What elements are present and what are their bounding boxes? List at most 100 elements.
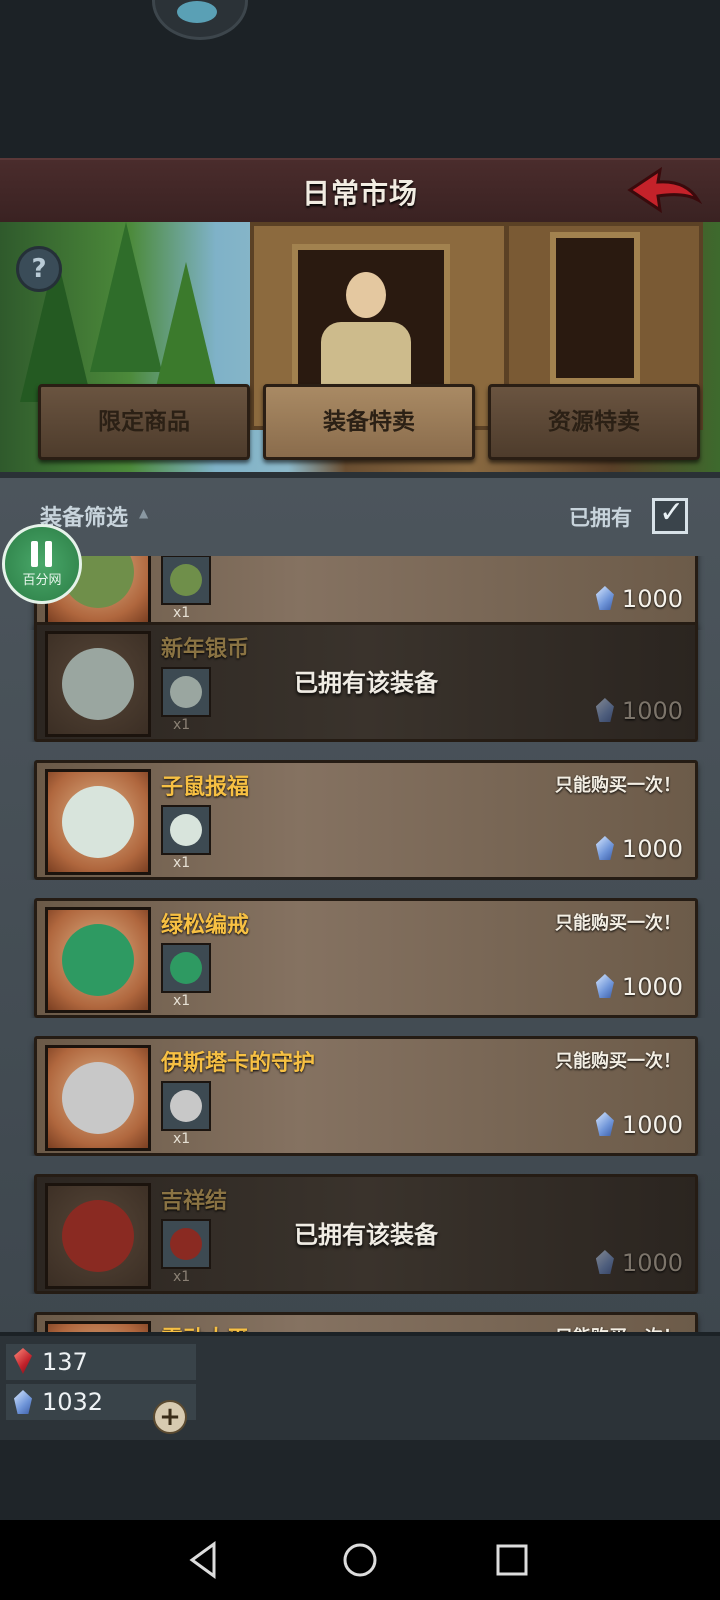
list-item-clip: 雷动大平 只能购买一次！ <box>0 1312 720 1332</box>
tab-label: 装备特卖 <box>323 409 415 435</box>
purchase-limit-note: 只能购买一次！ <box>555 913 681 934</box>
jade-rat-icon <box>170 814 202 846</box>
tab-resource-sale[interactable]: 资源特卖 <box>488 384 700 460</box>
back-nav-icon[interactable] <box>182 1538 226 1582</box>
price-value: 1000 <box>621 835 683 863</box>
list-item[interactable]: 雷动大平 只能购买一次！ <box>34 1312 698 1332</box>
list-item[interactable]: x1 1000 <box>34 556 698 630</box>
add-currency-button[interactable]: + <box>153 1400 187 1434</box>
item-name: 吉祥结 <box>161 1189 228 1214</box>
item-name: 子鼠报福 <box>161 775 250 800</box>
list-item-clip: x1 1000 <box>0 556 720 630</box>
item-price[interactable]: 1000 <box>595 697 683 725</box>
item-quantity: x1 <box>173 993 191 1009</box>
tab-label: 限定商品 <box>98 409 190 435</box>
price-value: 1000 <box>621 697 683 725</box>
list-item-clip: 吉祥结 x1 1000 已拥有该装备 <box>0 1174 720 1294</box>
price-value: 1000 <box>621 1249 683 1277</box>
list-item-clip: 子鼠报福 x1 只能购买一次！ 1000 <box>0 760 720 880</box>
item-thumbnail <box>161 805 211 855</box>
help-icon[interactable]: ? <box>16 246 62 292</box>
owned-label: 已拥有 <box>569 506 632 530</box>
pause-overlay-button[interactable]: 百分网 <box>2 524 82 604</box>
avatar[interactable] <box>152 0 248 40</box>
item-quantity: x1 <box>173 1131 191 1147</box>
item-name: 新年银币 <box>161 637 250 662</box>
turquoise-ring-icon <box>170 952 202 984</box>
turquoise-ring-icon <box>62 924 134 996</box>
list-item[interactable]: 新年银币 x1 1000 已拥有该装备 <box>34 622 698 742</box>
crystal-icon <box>595 836 614 860</box>
item-name: 绿松编戒 <box>161 913 250 938</box>
item-name: 伊斯塔卡的守护 <box>161 1051 316 1076</box>
ruby-counter: 137 <box>6 1344 196 1380</box>
shop-door <box>550 232 640 384</box>
owned-checkbox[interactable]: ✓ <box>652 495 688 534</box>
purchase-limit-note: 只能购买一次！ <box>555 1323 681 1332</box>
item-image <box>45 1045 151 1151</box>
item-price[interactable]: 1000 <box>595 1249 683 1277</box>
item-price[interactable]: 1000 <box>595 973 683 1001</box>
item-name: 雷动大平 <box>161 1321 249 1332</box>
bottom-gap <box>0 1440 720 1520</box>
flower-wreath-icon <box>170 564 202 596</box>
item-quantity: x1 <box>173 717 191 733</box>
recents-nav-icon[interactable] <box>490 1538 534 1582</box>
creature-icon <box>177 1 217 23</box>
item-price[interactable]: 1000 <box>595 835 683 863</box>
purchase-limit-note: 只能购买一次！ <box>555 1051 681 1072</box>
pause-icon <box>31 541 38 567</box>
price-value: 1000 <box>621 973 683 1001</box>
list-item-clip: 新年银币 x1 1000 已拥有该装备 <box>0 622 720 742</box>
overlay-label: 百分网 <box>22 573 62 588</box>
checkmark-icon: ✓ <box>659 495 685 530</box>
purchase-limit-note: 只能购买一次！ <box>555 775 681 796</box>
page-title: 日常市场 <box>301 177 418 210</box>
ruby-icon <box>14 1348 32 1374</box>
list-item[interactable]: 子鼠报福 x1 只能购买一次！ 1000 <box>34 760 698 880</box>
tab-limited[interactable]: 限定商品 <box>38 384 250 460</box>
item-price[interactable]: 1000 <box>595 1111 683 1139</box>
gem-amount: 1032 <box>42 1388 104 1416</box>
crystal-icon <box>595 698 614 722</box>
silver-charm-icon <box>62 1062 134 1134</box>
list-item[interactable]: 吉祥结 x1 1000 已拥有该装备 <box>34 1174 698 1294</box>
tab-equipment-sale[interactable]: 装备特卖 <box>263 384 475 460</box>
price-value: 1000 <box>621 585 683 613</box>
item-quantity: x1 <box>173 605 191 621</box>
item-image <box>45 1321 151 1332</box>
silver-charm-icon <box>170 1090 202 1122</box>
item-image <box>45 907 151 1013</box>
ruby-amount: 137 <box>42 1348 88 1376</box>
list-item[interactable]: 伊斯塔卡的守护 x1 只能购买一次！ 1000 <box>34 1036 698 1156</box>
item-price[interactable]: 1000 <box>595 585 683 613</box>
crystal-icon <box>595 586 614 610</box>
crystal-icon <box>595 1112 614 1136</box>
item-image <box>45 769 151 875</box>
list-item[interactable]: 绿松编戒 x1 只能购买一次！ 1000 <box>34 898 698 1018</box>
market-header: 日常市场 <box>0 158 720 225</box>
item-quantity: x1 <box>173 855 191 871</box>
caret-up-icon[interactable]: ▲ <box>139 506 148 520</box>
shop-banner: ? 限定商品 装备特卖 资源特卖 <box>0 222 720 472</box>
owned-overlay-text: 已拥有该装备 <box>294 669 438 697</box>
top-bar <box>0 0 720 158</box>
owned-overlay-text: 已拥有该装备 <box>294 1221 438 1249</box>
jade-rat-icon <box>62 786 134 858</box>
price-value: 1000 <box>621 1111 683 1139</box>
home-nav-icon[interactable] <box>338 1538 382 1582</box>
item-thumbnail <box>161 556 211 605</box>
currency-bar: 137 1032 <box>0 1332 720 1444</box>
crystal-icon <box>14 1390 32 1414</box>
item-thumbnail <box>161 943 211 993</box>
merchant-head <box>346 272 386 318</box>
list-item-clip: 伊斯塔卡的守护 x1 只能购买一次！ 1000 <box>0 1036 720 1156</box>
item-thumbnail <box>161 1081 211 1131</box>
tab-label: 资源特卖 <box>548 409 640 435</box>
filter-row: 装备筛选 ▲ 已拥有 ✓ <box>0 494 720 538</box>
pause-icon <box>45 541 52 567</box>
list-item-clip: 绿松编戒 x1 只能购买一次！ 1000 <box>0 898 720 1018</box>
crystal-icon <box>595 1250 614 1274</box>
item-quantity: x1 <box>173 1269 191 1285</box>
back-arrow-icon[interactable] <box>626 166 702 216</box>
